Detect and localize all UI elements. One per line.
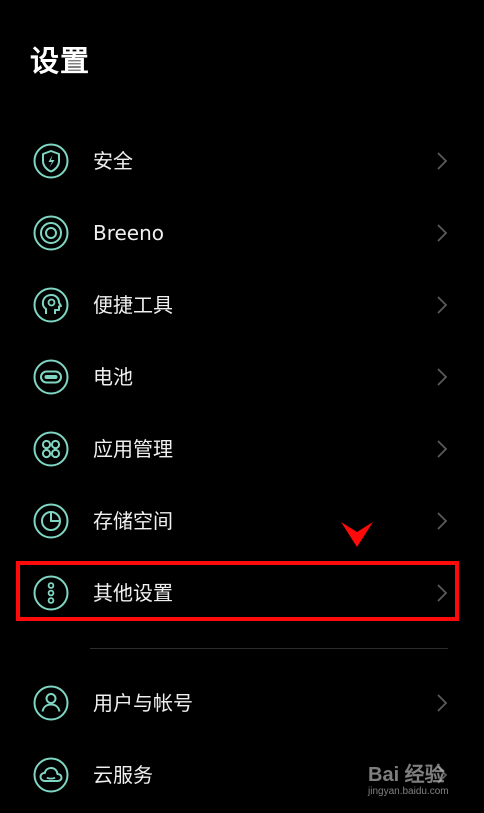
storage-pie-icon (33, 503, 69, 539)
red-arrow-icon (341, 522, 373, 547)
settings-item-label: 应用管理 (93, 437, 173, 461)
page-title: 设置 (30, 44, 91, 78)
settings-item-label: 用户与帐号 (93, 691, 193, 715)
shield-icon (33, 143, 69, 179)
settings-item-label: Breeno (93, 221, 165, 245)
head-gear-icon (33, 287, 69, 323)
chevron-right-icon (437, 694, 448, 712)
settings-item-security[interactable]: 安全 (0, 125, 484, 197)
settings-item-breeno[interactable]: Breeno (0, 197, 484, 269)
settings-item-label: 便捷工具 (93, 293, 173, 317)
settings-item-app-management[interactable]: 应用管理 (0, 413, 484, 485)
settings-item-battery[interactable]: 电池 (0, 341, 484, 413)
chevron-right-icon (437, 152, 448, 170)
section-divider (90, 648, 448, 649)
apps-icon (33, 431, 69, 467)
user-icon (33, 685, 69, 721)
chevron-right-icon (437, 296, 448, 314)
chevron-right-icon (437, 224, 448, 242)
settings-item-label: 存储空间 (93, 509, 173, 533)
watermark: Bai 经验 jingyan.baidu.com (362, 758, 480, 804)
chevron-right-icon (437, 512, 448, 530)
breeno-icon (33, 215, 69, 251)
highlight-box (16, 561, 459, 621)
watermark-brand: Bai 经验 (368, 764, 445, 786)
settings-item-label: 电池 (93, 365, 133, 389)
settings-item-convenience-tools[interactable]: 便捷工具 (0, 269, 484, 341)
watermark-site: jingyan.baidu.com (368, 786, 449, 797)
chevron-right-icon (437, 440, 448, 458)
settings-item-label: 云服务 (93, 763, 153, 787)
chevron-right-icon (437, 368, 448, 386)
cloud-icon (33, 757, 69, 793)
settings-item-users-accounts[interactable]: 用户与帐号 (0, 667, 484, 739)
battery-icon (33, 359, 69, 395)
settings-item-label: 安全 (93, 149, 133, 173)
settings-item-storage[interactable]: 存储空间 (0, 485, 484, 557)
